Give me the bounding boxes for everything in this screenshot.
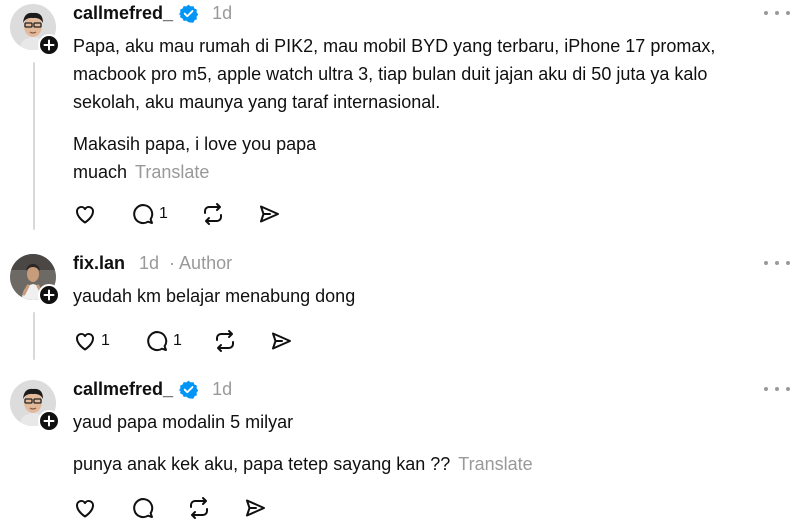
follow-plus-icon[interactable] — [38, 34, 60, 56]
thread-line — [33, 62, 35, 230]
post-time: 1d — [212, 2, 233, 23]
repost-icon — [204, 203, 222, 225]
avatar-callmefred[interactable] — [10, 4, 60, 56]
like-button[interactable]: 1 — [73, 327, 145, 355]
post-header: callmefred_ 1d — [73, 0, 232, 26]
post-time: 1d — [139, 252, 160, 273]
repost-button[interactable] — [213, 327, 269, 355]
reply-button[interactable]: 1 — [131, 200, 201, 228]
post-3: callmefred_ 1d yaud papa modalin 5 milya… — [0, 376, 800, 531]
post-paragraph: yaudah km belajar menabung dong — [73, 286, 356, 306]
comment-icon — [133, 498, 154, 519]
more-icon[interactable] — [764, 383, 790, 395]
send-icon — [272, 332, 291, 350]
share-button[interactable] — [243, 494, 273, 522]
share-button[interactable] — [269, 327, 299, 355]
verified-badge-icon — [178, 4, 199, 23]
heart-icon — [76, 500, 94, 518]
post-actions: 1 1 — [73, 327, 299, 355]
username[interactable]: callmefred_ — [73, 3, 173, 24]
heart-icon — [76, 333, 94, 351]
post-actions — [73, 494, 273, 522]
comment-icon — [147, 331, 168, 352]
verified-badge-icon — [178, 380, 199, 399]
translate-link[interactable]: Translate — [135, 162, 209, 182]
post-paragraph: yaud papa modalin 5 milyar — [73, 412, 294, 432]
post-paragraph: muach — [73, 162, 128, 182]
thread-line — [33, 312, 35, 360]
follow-plus-icon[interactable] — [38, 410, 60, 432]
avatar-fixlan[interactable] — [10, 254, 60, 306]
reply-count: 1 — [173, 332, 182, 349]
repost-button[interactable] — [201, 200, 257, 228]
reply-button[interactable]: 1 — [145, 327, 213, 355]
repost-button[interactable] — [187, 494, 243, 522]
more-icon[interactable] — [764, 7, 790, 19]
comment-icon — [133, 204, 154, 225]
post-1: callmefred_ 1d Papa, aku mau rumah di PI… — [0, 0, 800, 235]
post-actions: 1 — [73, 200, 287, 228]
send-icon — [260, 205, 279, 223]
username[interactable]: callmefred_ — [73, 379, 173, 400]
follow-plus-icon[interactable] — [38, 284, 60, 306]
reply-count: 1 — [159, 205, 168, 222]
post-paragraph: punya anak kek aku, papa tetep sayang ka… — [73, 454, 451, 474]
post-paragraph: Makasih papa, i love you papa — [73, 134, 317, 154]
translate-link[interactable]: Translate — [458, 454, 532, 474]
more-icon[interactable] — [764, 257, 790, 269]
post-paragraph: Papa, aku mau rumah di PIK2, mau mobil B… — [73, 36, 716, 112]
like-button[interactable] — [73, 200, 131, 228]
avatar-callmefred[interactable] — [10, 380, 60, 432]
post-header: callmefred_ 1d — [73, 376, 232, 402]
post-body: Papa, aku mau rumah di PIK2, mau mobil B… — [73, 32, 778, 186]
post-body: yaud papa modalin 5 milyar punya anak ke… — [73, 408, 778, 478]
repost-icon — [190, 497, 208, 519]
share-button[interactable] — [257, 200, 287, 228]
send-icon — [246, 499, 265, 517]
post-body: yaudah km belajar menabung dong — [73, 282, 778, 310]
reply-button[interactable] — [131, 494, 187, 522]
heart-icon — [76, 206, 94, 224]
author-tag: · Author — [169, 252, 233, 273]
post-time: 1d — [212, 378, 233, 399]
post-2: fix.lan 1d · Author yaudah km belajar me… — [0, 250, 800, 360]
username[interactable]: fix.lan — [73, 253, 125, 274]
like-button[interactable] — [73, 494, 131, 522]
like-count: 1 — [101, 332, 110, 349]
repost-icon — [216, 330, 234, 352]
post-header: fix.lan 1d · Author — [73, 250, 232, 276]
